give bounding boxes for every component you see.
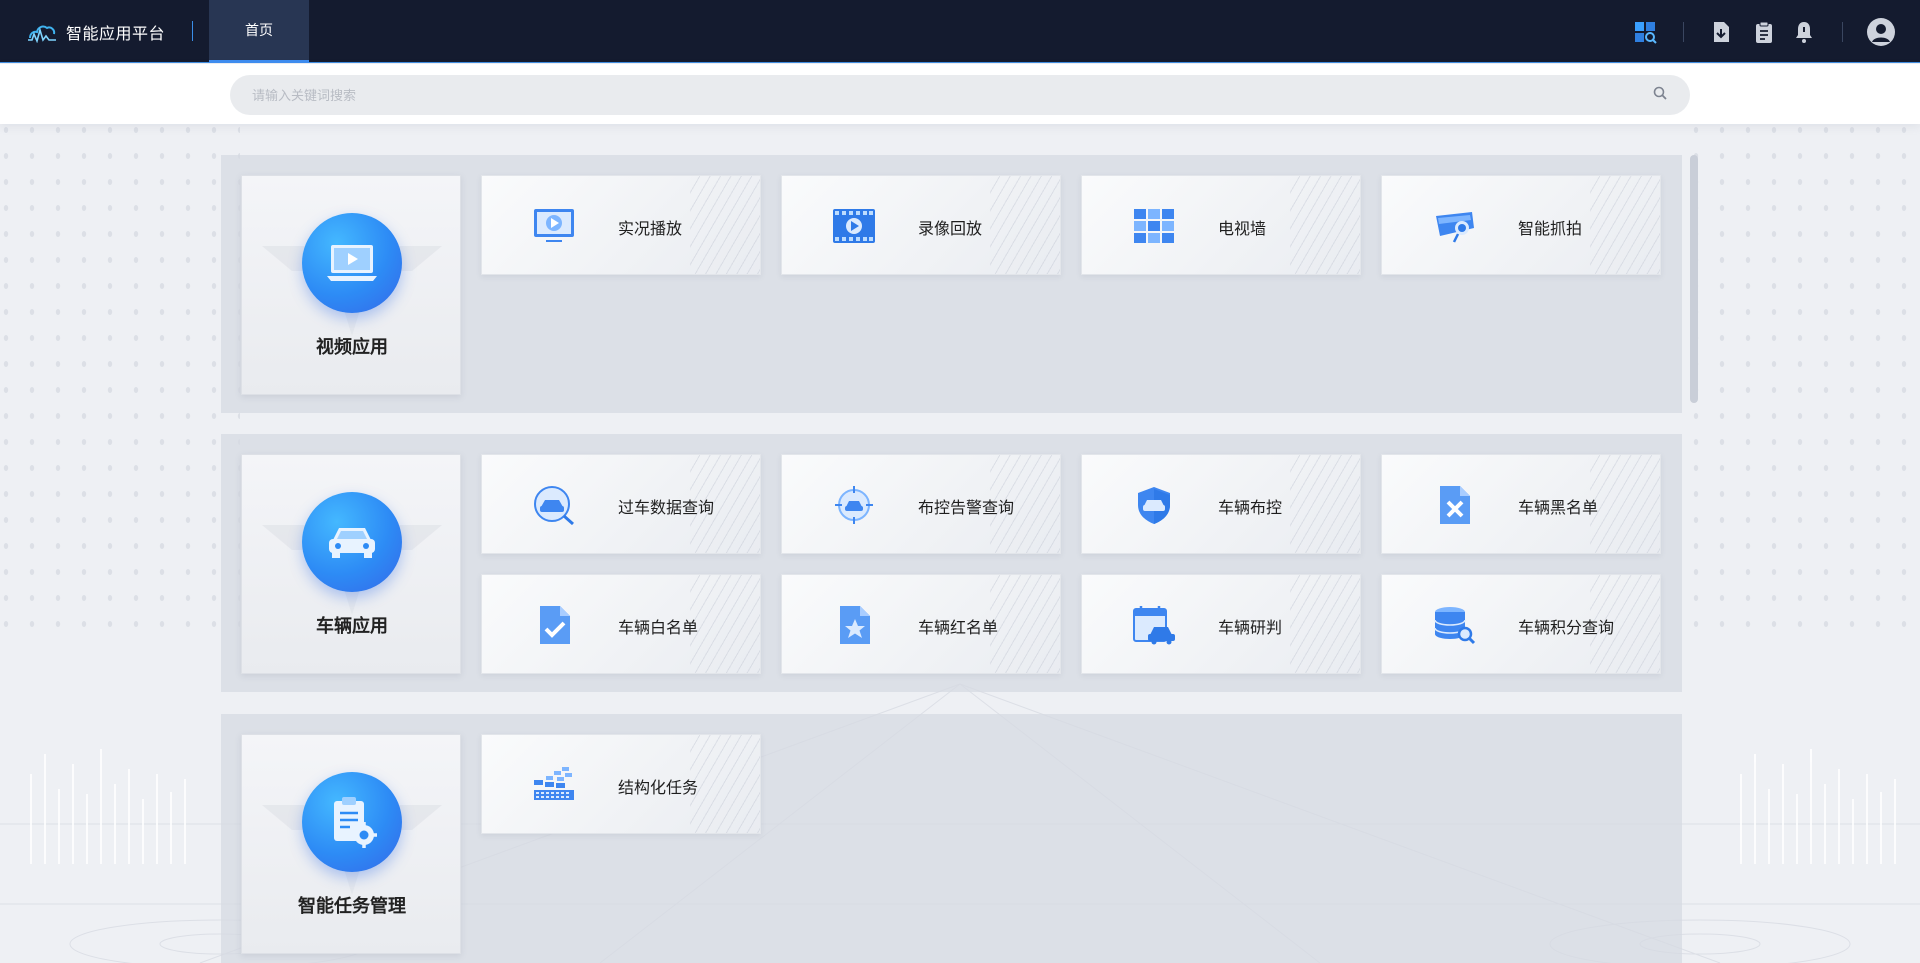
category-group-video: 视频应用 实况播放 录像回放 电视墙 智能抓拍	[221, 155, 1682, 413]
tile-label: 车辆白名单	[618, 620, 699, 637]
category-card-task-management[interactable]: 智能任务管理	[241, 734, 461, 954]
car-icon	[329, 528, 375, 558]
top-bar: 智能应用平台 首页	[0, 0, 1920, 63]
car-search-icon	[534, 486, 574, 525]
category-label: 智能任务管理	[298, 896, 406, 916]
app-tile-vehicle-control[interactable]: 车辆布控	[1081, 454, 1361, 554]
tile-decoration	[1290, 575, 1360, 673]
camera-capture-icon	[1436, 212, 1474, 243]
category-group-task-management: 智能任务管理 结构化任务	[221, 714, 1682, 963]
app-tile-vehicle-redlist[interactable]: 车辆红名单	[781, 574, 1061, 674]
search-bar-area	[0, 64, 1920, 124]
cloud-logo-icon	[28, 25, 56, 43]
app-tile-passing-car-query[interactable]: 过车数据查询	[481, 454, 761, 554]
tile-decoration	[690, 176, 760, 274]
blacklist-file-icon	[1440, 486, 1470, 524]
clipboard-gear-icon	[334, 797, 377, 848]
download-file-icon[interactable]	[1709, 20, 1733, 44]
user-avatar-icon[interactable]	[1866, 17, 1896, 47]
tile-label: 电视墙	[1218, 221, 1267, 238]
app-tile-vehicle-whitelist[interactable]: 车辆白名单	[481, 574, 761, 674]
app-tile-video-playback[interactable]: 录像回放	[781, 175, 1061, 275]
tile-decoration	[1590, 176, 1660, 274]
tile-label: 车辆研判	[1218, 620, 1283, 637]
category-icon-circle	[302, 772, 402, 872]
tile-label: 过车数据查询	[618, 500, 715, 517]
tile-decoration	[990, 575, 1060, 673]
tile-label: 智能抓拍	[1518, 221, 1583, 238]
tile-label: 车辆积分查询	[1518, 620, 1615, 637]
tile-label: 车辆黑名单	[1518, 500, 1599, 517]
app-tile-structured-task[interactable]: 结构化任务	[481, 734, 761, 834]
structured-task-icon	[534, 767, 574, 800]
tile-label: 录像回放	[918, 221, 983, 238]
search-input[interactable]	[230, 75, 1690, 115]
toolbar-separator	[1842, 22, 1843, 42]
tile-label: 车辆红名单	[918, 620, 999, 637]
live-monitor-icon	[534, 209, 574, 242]
tile-decoration	[1290, 176, 1360, 274]
tile-label: 布控告警查询	[918, 500, 1015, 517]
app-tile-live-play[interactable]: 实况播放	[481, 175, 761, 275]
category-label: 车辆应用	[316, 616, 388, 636]
search-icon[interactable]	[1652, 85, 1668, 101]
app-tile-alarm-query[interactable]: 布控告警查询	[781, 454, 1061, 554]
bell-icon[interactable]	[1792, 20, 1816, 44]
category-group-vehicle: 车辆应用 过车数据查询 布控告警查询 车辆布控 车辆黑名单 车辆白名单 车辆红名…	[221, 434, 1682, 692]
clipboard-icon[interactable]	[1752, 20, 1776, 44]
app-grid-icon[interactable]	[1633, 20, 1657, 44]
tile-label: 实况播放	[618, 221, 683, 238]
app-tile-vehicle-blacklist[interactable]: 车辆黑名单	[1381, 454, 1661, 554]
app-tile-smart-capture[interactable]: 智能抓拍	[1381, 175, 1661, 275]
car-shield-icon	[1138, 487, 1170, 524]
app-title: 智能应用平台	[66, 26, 166, 43]
category-card-video[interactable]: 视频应用	[241, 175, 461, 395]
tile-decoration	[690, 575, 760, 673]
video-monitor-icon	[327, 245, 377, 281]
tab-home[interactable]: 首页	[209, 0, 309, 63]
tile-decoration	[1590, 455, 1660, 553]
whitelist-file-icon	[540, 606, 570, 644]
tv-wall-icon	[1134, 209, 1174, 243]
calendar-car-icon	[1133, 606, 1175, 645]
database-search-icon	[1434, 607, 1476, 645]
category-label: 视频应用	[316, 337, 388, 357]
tile-label: 车辆布控	[1218, 500, 1283, 517]
target-alarm-icon	[835, 486, 873, 524]
app-tile-vehicle-analysis[interactable]: 车辆研判	[1081, 574, 1361, 674]
video-playback-icon	[833, 209, 875, 243]
category-icon-circle	[302, 213, 402, 313]
tile-decoration	[1290, 455, 1360, 553]
scrollbar[interactable]	[1690, 155, 1698, 403]
redlist-file-icon	[840, 606, 870, 644]
category-icon-circle	[302, 492, 402, 592]
tile-label: 结构化任务	[618, 780, 699, 797]
toolbar-separator	[1683, 22, 1684, 42]
category-card-vehicle[interactable]: 车辆应用	[241, 454, 461, 674]
app-logo[interactable]: 智能应用平台	[27, 20, 165, 44]
app-tile-tv-wall[interactable]: 电视墙	[1081, 175, 1361, 275]
tile-decoration	[690, 735, 760, 833]
app-tile-vehicle-points-query[interactable]: 车辆积分查询	[1381, 574, 1661, 674]
logo-divider	[192, 21, 193, 41]
tile-decoration	[990, 176, 1060, 274]
